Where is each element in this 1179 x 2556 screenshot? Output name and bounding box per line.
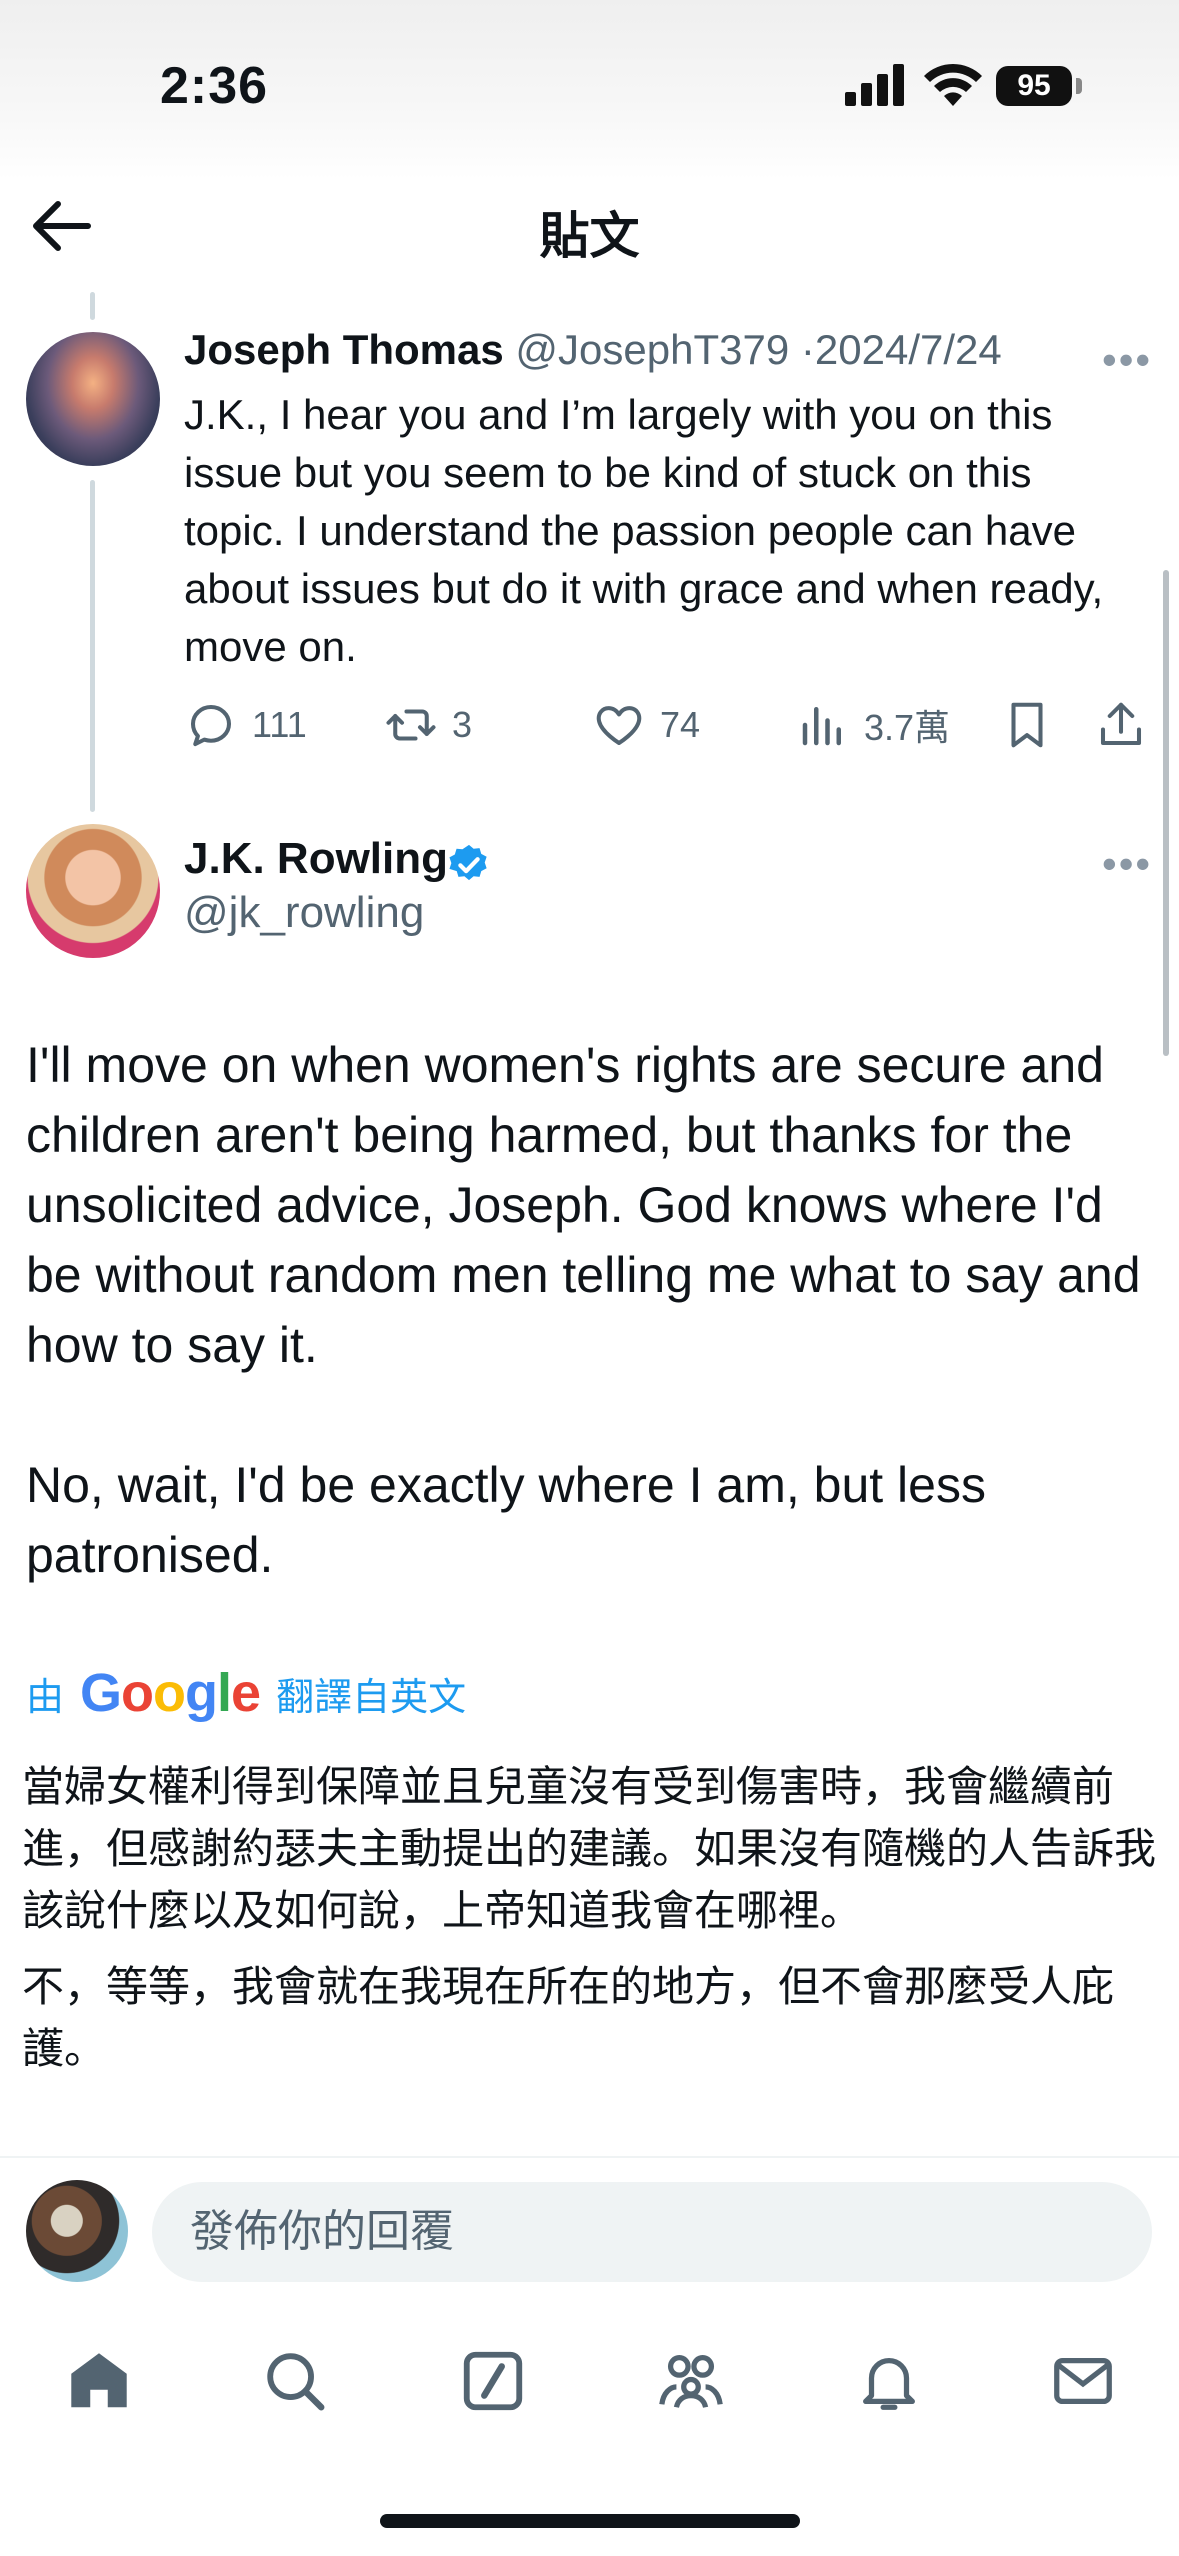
- tab-search[interactable]: [260, 2346, 330, 2416]
- reply-input[interactable]: 發佈你的回覆: [152, 2182, 1152, 2282]
- more-options-icon[interactable]: •••: [1102, 840, 1152, 888]
- reply-actions: 111 3 74 3.7萬: [184, 692, 1144, 758]
- translated-paragraph: 不，等等，我會就在我現在所在的地方，但不會那麼受人庇護。: [22, 1963, 1115, 2072]
- share-icon: [1100, 702, 1142, 746]
- tab-messages[interactable]: [1048, 2346, 1118, 2416]
- reply-date[interactable]: 2024/7/24: [815, 326, 1002, 373]
- battery-tip: [1076, 78, 1082, 94]
- compose-icon: [463, 2351, 523, 2411]
- thread-line-top: [90, 292, 95, 320]
- more-options-icon[interactable]: •••: [1102, 336, 1152, 384]
- repost-count: 3: [452, 704, 473, 745]
- tab-compose[interactable]: [458, 2346, 528, 2416]
- home-indicator: [380, 2514, 800, 2528]
- like-button[interactable]: 74: [592, 692, 700, 758]
- scrollbar[interactable]: [1163, 570, 1169, 1056]
- search-icon: [267, 2353, 325, 2411]
- bookmark-button[interactable]: [1000, 692, 1068, 758]
- google-logo: Google: [80, 1663, 261, 1723]
- avatar-current-user[interactable]: [26, 2180, 128, 2282]
- status-bar: 2:36 95: [0, 0, 1179, 180]
- notifications-icon: [863, 2357, 915, 2410]
- cellular-signal-icon: [845, 64, 904, 106]
- divider: [0, 2156, 1179, 2158]
- reply-author-name[interactable]: Joseph Thomas: [184, 326, 504, 373]
- translation-suffix: 翻譯自英文: [276, 1676, 467, 1719]
- status-time: 2:36: [160, 57, 269, 115]
- main-author-name[interactable]: J.K. Rowling: [184, 834, 448, 884]
- reply-count: 111: [252, 704, 307, 745]
- reply-text: J.K., I hear you and I’m largely with yo…: [184, 391, 1104, 670]
- page-title: 貼文: [539, 208, 640, 264]
- avatar-jk-rowling[interactable]: [26, 824, 160, 958]
- repost-button[interactable]: 3: [384, 692, 472, 758]
- verified-badge-icon[interactable]: [446, 842, 492, 888]
- thread-line: [90, 480, 95, 812]
- avatar-joseph[interactable]: [26, 332, 160, 466]
- share-button[interactable]: [1094, 692, 1162, 758]
- reply-header: Joseph Thomas @JosephT379 ·2024/7/24: [184, 326, 1002, 374]
- tab-communities[interactable]: [656, 2346, 726, 2416]
- main-tweet-paragraph: I'll move on when women's rights are sec…: [26, 1037, 1141, 1373]
- translation-attribution[interactable]: 由 Google 翻譯自英文: [26, 1662, 466, 1724]
- repost-icon: [386, 709, 436, 741]
- tab-bar: [0, 2318, 1179, 2438]
- translated-text: 當婦女權利得到保障並且兒童沒有受到傷害時，我會繼續前進，但感謝約瑟夫主動提出的建…: [22, 1756, 1157, 2094]
- translated-paragraph: 當婦女權利得到保障並且兒童沒有受到傷害時，我會繼續前進，但感謝約瑟夫主動提出的建…: [22, 1763, 1157, 1934]
- reply-author-handle[interactable]: @JosephT379: [515, 326, 789, 373]
- battery-icon: 95: [996, 66, 1072, 106]
- main-author-handle[interactable]: @jk_rowling: [184, 888, 424, 938]
- communities-icon: [659, 2355, 723, 2408]
- views-chart-icon: [802, 707, 841, 746]
- dot-separator: ·: [800, 326, 815, 373]
- messages-icon: [1054, 2357, 1112, 2405]
- tab-notifications[interactable]: [854, 2346, 924, 2416]
- reply-button[interactable]: 111: [184, 692, 307, 758]
- main-tweet-paragraph: No, wait, I'd be exactly where I am, but…: [26, 1457, 986, 1583]
- bookmark-icon: [1011, 702, 1043, 748]
- translation-prefix: 由: [26, 1676, 65, 1719]
- heart-icon: [596, 706, 642, 746]
- home-icon: [71, 2353, 127, 2408]
- views-count: 3.7萬: [864, 707, 951, 748]
- main-tweet-text: I'll move on when women's rights are sec…: [26, 1030, 1156, 1660]
- wifi-icon: [924, 63, 982, 106]
- like-count: 74: [660, 704, 701, 745]
- views-button[interactable]: 3.7萬: [796, 692, 950, 758]
- tab-home[interactable]: [64, 2346, 134, 2416]
- reply-icon: [190, 704, 232, 747]
